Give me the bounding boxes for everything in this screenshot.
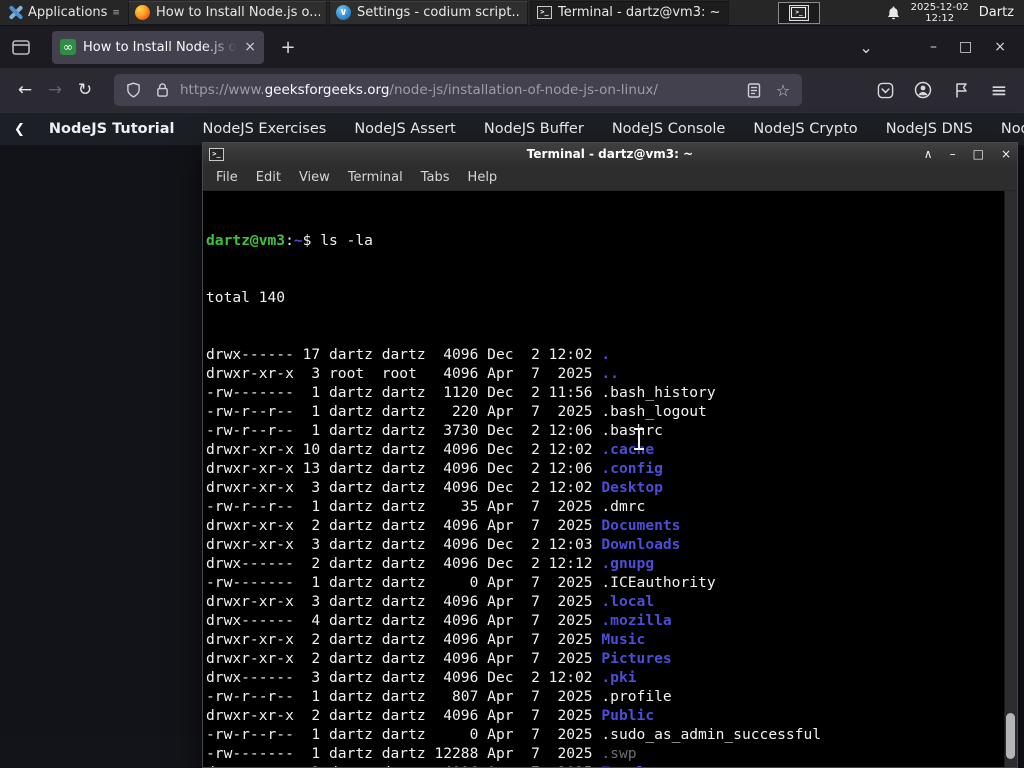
taskbar-button-firefox[interactable]: How to Install Node.js o... [127,0,327,25]
menu-item[interactable]: Tabs [412,170,459,185]
terminal-icon: >_ [536,6,552,19]
panel-clock[interactable]: 2025-12-02 12:12 [911,2,969,24]
nav-link[interactable]: NodeJS Tutorial [35,121,189,137]
terminal-line: drwxr-xr-x 13 dartz dartz 4096 Dec 2 12:… [206,460,663,477]
nav-link[interactable]: NodeJS DNS [872,121,987,137]
terminal-menubar: File Edit View Terminal Tabs Help [203,165,1017,191]
nav-link[interactable]: NodeJS Crypto [739,121,871,137]
terminal-output[interactable]: dartz@vm3:~$ ls -la total 140 drwx------… [203,191,1004,767]
nav-link[interactable]: NodeJS Console [598,121,740,137]
firefox-icon [134,5,150,20]
navigation-toolbar: ← → ↻ https://www.geeksforgeeks.org/node… [0,68,1024,112]
lock-icon[interactable] [151,79,173,101]
menu-item[interactable]: Terminal [339,170,412,185]
list-all-tabs-icon[interactable]: ⌄ [852,33,880,61]
terminal-line: drwxr-xr-x 2 dartz dartz 4096 Apr 7 2025… [206,763,1004,767]
forward-button[interactable]: → [40,75,70,105]
terminal-line: -rw------- 1 dartz dartz 12288 Apr 7 202… [206,745,637,762]
terminal-line: -rw------- 1 dartz dartz 1120 Dec 2 11:5… [206,384,716,401]
nav-link[interactable]: Node [987,121,1024,137]
terminal-line: drwxr-xr-x 2 dartz dartz 4096 Apr 7 2025… [206,707,655,724]
user-menu[interactable]: Dartz [979,5,1014,20]
clock-time: 12:12 [925,12,955,24]
applications-label: Applications [28,5,108,20]
taskbar-button-terminal[interactable]: >_ Terminal - dartz@vm3: ~ [529,0,729,25]
menu-item[interactable]: View [290,170,339,185]
nav-link[interactable]: NodeJS Assert [340,121,470,137]
app-menu-icon: ≡ [112,7,119,18]
back-button[interactable]: ← [10,75,40,105]
panel-tray: 2025-12-02 12:12 Dartz [886,2,1024,24]
terminal-line: -rw-r--r-- 1 dartz dartz 35 Apr 7 2025 .… [206,498,646,515]
desktop: Applications ≡ How to Install Node.js o.… [0,0,1024,768]
pocket-icon[interactable] [870,76,900,104]
menu-item[interactable]: Help [459,170,507,185]
url-bar[interactable]: https://www.geeksforgeeks.org/node-js/in… [114,74,802,106]
prompt-line: dartz@vm3:~$ ls -la [206,232,373,249]
terminal-title: Terminal - dartz@vm3: ~ [526,147,694,161]
terminal-line: drwx------ 3 dartz dartz 4096 Dec 2 12:0… [206,669,637,686]
terminal-line: drwx------ 17 dartz dartz 4096 Dec 2 12:… [206,346,611,363]
terminal-line: drwxr-xr-x 3 root root 4096 Apr 7 2025 .… [206,365,619,382]
gfg-topic-nav: ❮ NodeJS Tutorial NodeJS Exercises NodeJS … [0,112,1024,145]
workspace-pager[interactable]: >_ [777,1,820,24]
terminal-line: drwxr-xr-x 10 dartz dartz 4096 Dec 2 12:… [206,441,655,458]
reader-mode-icon[interactable] [743,79,765,101]
terminal-line: drwxr-xr-x 2 dartz dartz 4096 Apr 7 2025… [206,650,672,667]
tab-title: How to Install Node.js on [83,39,238,55]
notification-bell-icon[interactable] [886,5,901,21]
terminal-titlebar[interactable]: >_ Terminal - dartz@vm3: ~ ∧ – □ × [203,143,1017,165]
account-icon[interactable] [908,76,938,104]
terminal-line: -rw-r--r-- 1 dartz dartz 0 Apr 7 2025 .s… [206,726,822,743]
menu-item[interactable]: File [207,170,247,185]
tab-close-icon[interactable]: × [244,39,256,55]
total-line: total 140 [206,289,286,306]
nav-link[interactable]: NodeJS Buffer [470,121,598,137]
gfg-favicon: ∞ [60,39,76,55]
terminal-line: -rw-r--r-- 1 dartz dartz 807 Apr 7 2025 … [206,688,672,705]
terminal-line: drwxr-xr-x 2 dartz dartz 4096 Apr 7 2025… [206,631,646,648]
terminal-line: drwxr-xr-x 3 dartz dartz 4096 Dec 2 12:0… [206,536,681,553]
terminal-shade-button[interactable]: ∧ [924,143,933,165]
firefox-view-icon[interactable] [8,36,34,58]
pager-window-icon: >_ [788,4,809,21]
terminal-listing: drwx------ 17 dartz dartz 4096 Dec 2 12:… [206,345,1004,767]
nav-link[interactable]: NodeJS Exercises [189,121,341,137]
new-tab-button[interactable]: + [274,33,302,61]
clock-date: 2025-12-02 [910,1,969,13]
codium-icon: ∨ [335,5,351,20]
hamburger-menu-icon[interactable]: ≡ [984,76,1014,104]
browser-close-button[interactable]: × [994,39,1006,55]
mouse-cursor-ibeam [633,428,645,450]
shield-icon[interactable] [122,79,144,101]
browser-tab[interactable]: ∞ How to Install Node.js on × [52,30,264,64]
terminal-line: drwx------ 2 dartz dartz 4096 Dec 2 12:1… [206,555,655,572]
terminal-line: drwxr-xr-x 2 dartz dartz 4096 Apr 7 2025… [206,517,681,534]
terminal-line: drwxr-xr-x 3 dartz dartz 4096 Apr 7 2025… [206,593,655,610]
terminal-line: -rw-r--r-- 1 dartz dartz 3730 Dec 2 12:0… [206,422,663,439]
terminal-scrollbar[interactable] [1004,191,1017,767]
terminal-line: -rw------- 1 dartz dartz 0 Apr 7 2025 .I… [206,574,716,591]
taskbar-button-codium[interactable]: ∨ Settings - codium script... [328,0,528,25]
applications-button[interactable]: Applications ≡ [0,0,127,26]
distro-logo-icon [8,5,24,20]
browser-minimize-button[interactable]: – [930,39,937,55]
terminal-close-button[interactable]: × [1001,143,1011,165]
terminal-line: -rw-r--r-- 1 dartz dartz 220 Apr 7 2025 … [206,403,707,420]
browser-maximize-button[interactable]: □ [959,39,972,55]
terminal-minimize-button[interactable]: – [950,143,956,165]
terminal-line: drwxr-xr-x 3 dartz dartz 4096 Dec 2 12:0… [206,479,663,496]
top-panel: Applications ≡ How to Install Node.js o.… [0,0,1024,26]
tab-bar: ∞ How to Install Node.js on × + ⌄ – □ × [0,26,1024,68]
reload-button[interactable]: ↻ [70,75,100,105]
terminal-line: drwx------ 4 dartz dartz 4096 Apr 7 2025… [206,612,672,629]
terminal-maximize-button[interactable]: □ [973,143,984,165]
scrollbar-thumb[interactable] [1006,713,1015,759]
bookmark-star-icon[interactable]: ☆ [772,79,794,101]
nav-scroll-left-icon[interactable]: ❮ [14,122,25,137]
terminal-window: >_ Terminal - dartz@vm3: ~ ∧ – □ × File E… [202,142,1018,768]
menu-item[interactable]: Edit [247,170,290,185]
extensions-flag-icon[interactable] [946,76,976,104]
url-text: https://www.geeksforgeeks.org/node-js/in… [180,82,658,98]
